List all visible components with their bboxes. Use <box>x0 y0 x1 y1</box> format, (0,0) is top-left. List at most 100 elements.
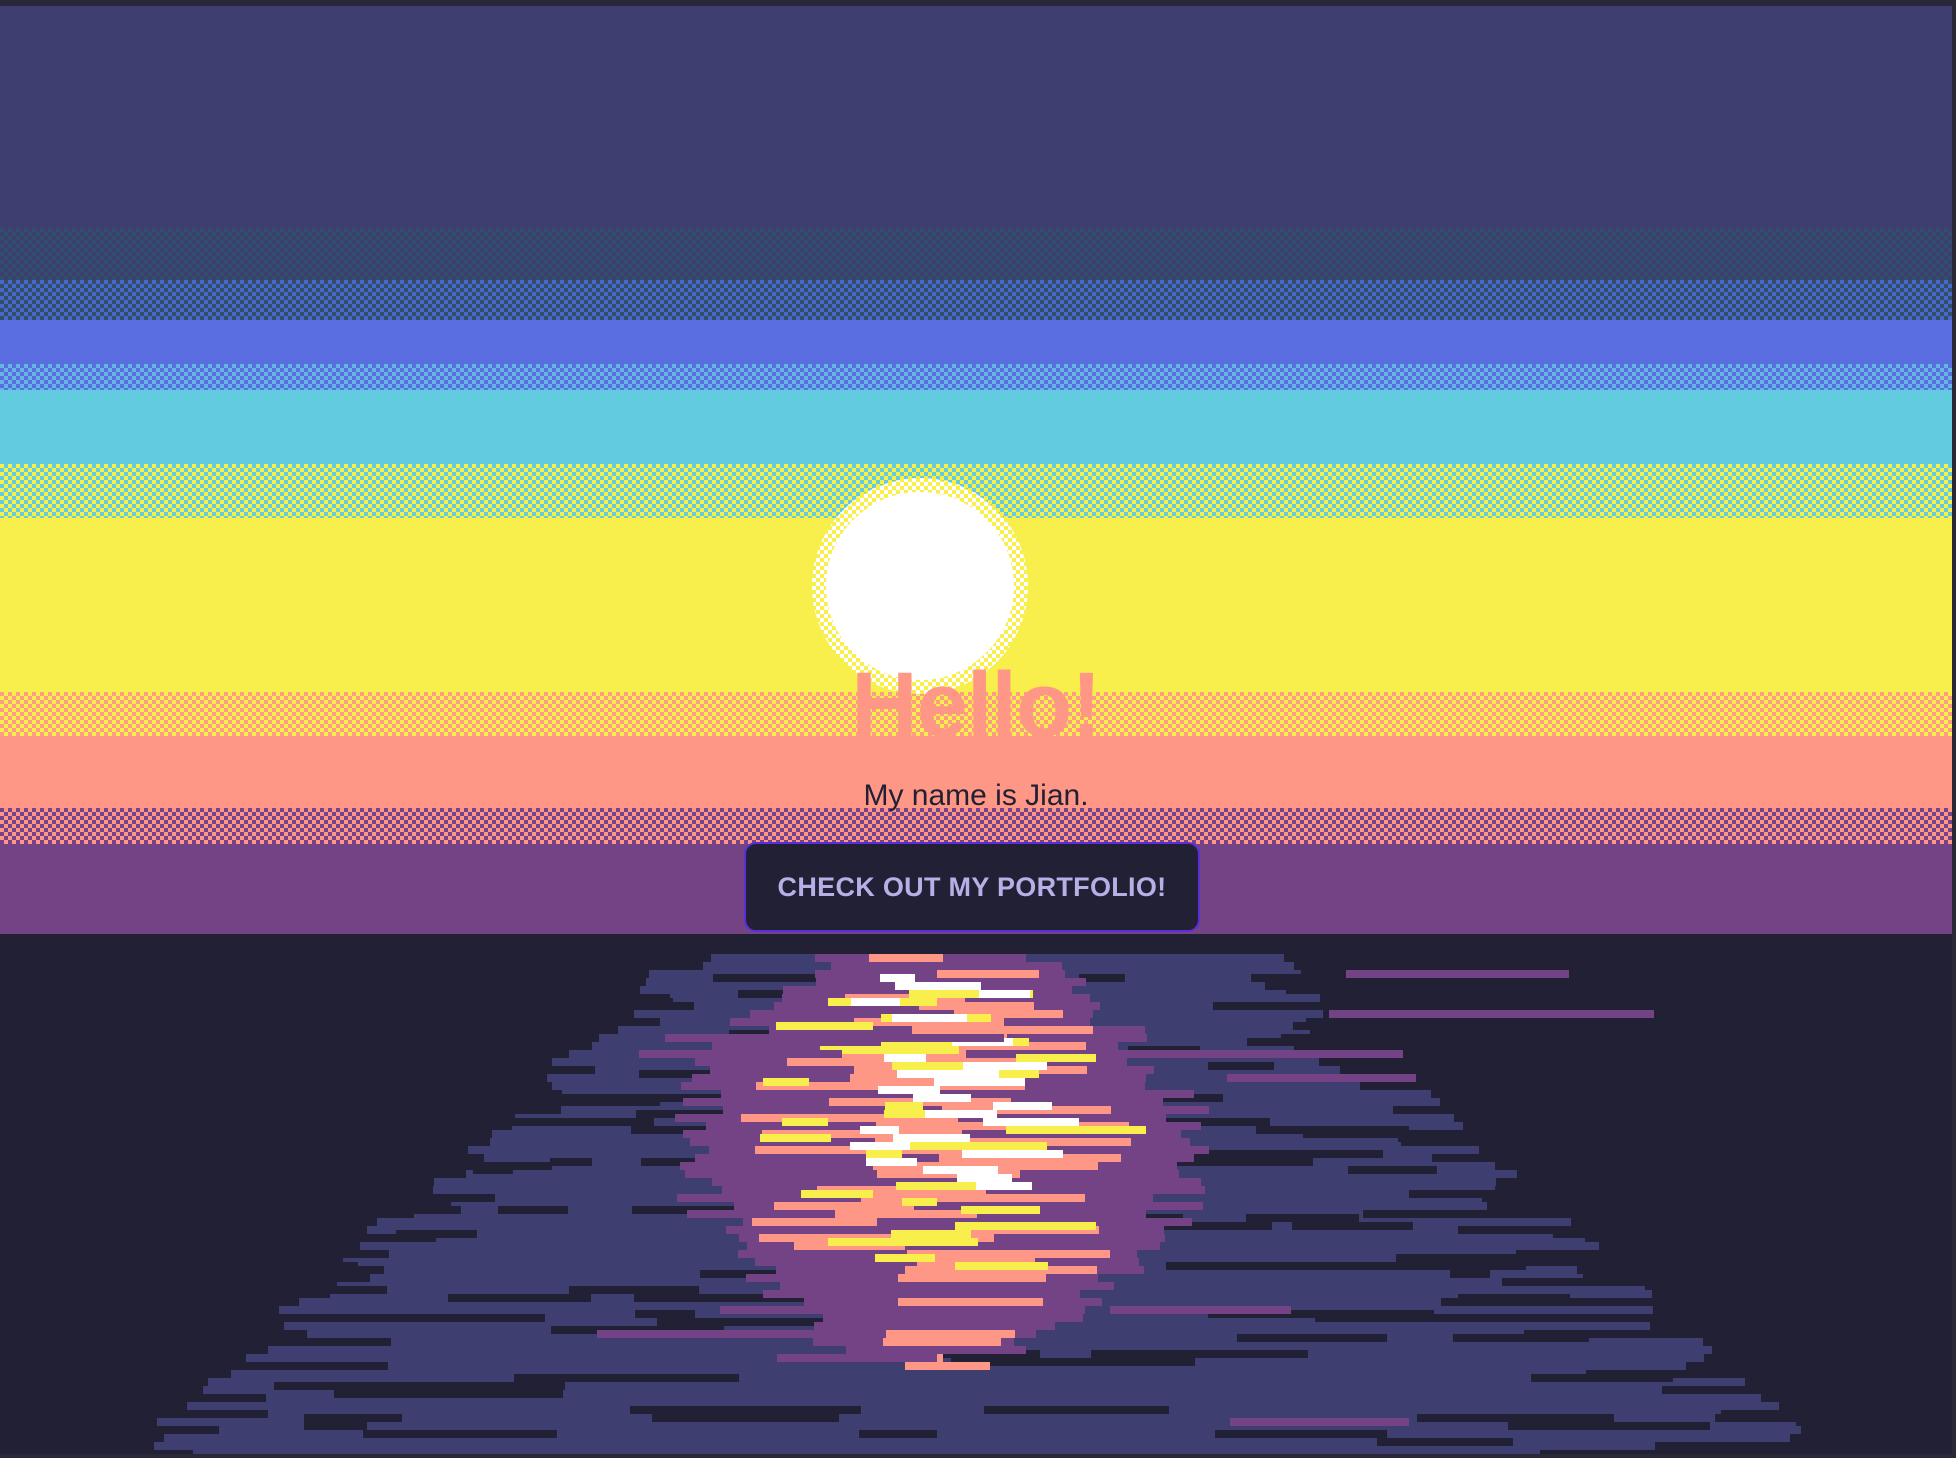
water-streak <box>308 1014 437 1022</box>
water-streak <box>976 1182 1032 1190</box>
water-streak <box>261 1206 461 1214</box>
water-streak <box>880 974 915 982</box>
water-streak <box>569 1286 699 1294</box>
water-streak <box>1733 1062 1813 1070</box>
water-streak <box>955 1222 1096 1230</box>
sky-dither-band <box>0 280 1952 320</box>
water-streak <box>895 982 981 990</box>
water-streak <box>780 1282 1114 1290</box>
water-streak <box>782 1118 828 1126</box>
water-streak <box>64 1134 214 1142</box>
water-streak <box>343 1086 399 1094</box>
water-streak <box>203 1110 272 1118</box>
water-streak <box>105 1270 232 1278</box>
water-streak <box>937 970 1039 978</box>
water-streak <box>814 1322 1055 1330</box>
water-streak <box>550 1158 592 1166</box>
water-streak <box>884 1054 926 1062</box>
water-streak <box>1348 1166 1437 1174</box>
water-streak <box>37 1422 137 1430</box>
water-streak <box>1521 1118 1583 1126</box>
water-streak <box>866 1158 917 1166</box>
water-streak <box>1805 1038 1918 1046</box>
water-streak <box>1369 982 1576 990</box>
water-streak <box>133 1318 254 1326</box>
water-streak <box>1247 1038 1322 1046</box>
water-streak <box>993 1102 1052 1110</box>
water-streak <box>993 1358 1195 1366</box>
water-streak <box>720 1306 988 1314</box>
water-streak <box>613 998 665 1006</box>
water-streak <box>1346 970 1569 978</box>
portfolio-button[interactable]: CHECK OUT MY PORTFOLIO! <box>744 842 1200 932</box>
water-streak <box>883 1338 1001 1346</box>
water-streak <box>860 1126 899 1134</box>
water-streak <box>1398 1134 1622 1142</box>
water-streak <box>1608 1262 1676 1270</box>
water-streak <box>1389 998 1459 1006</box>
water-streak <box>763 1290 1080 1298</box>
water-streak <box>875 1254 935 1262</box>
water-streak <box>1006 1126 1146 1134</box>
water-streak <box>18 1166 62 1174</box>
water-streak <box>878 1086 940 1094</box>
water-streak <box>1601 1278 1822 1286</box>
sky-band-night <box>0 6 1952 228</box>
water-streak <box>850 1142 910 1150</box>
water-streak <box>983 1118 1079 1126</box>
water-streak <box>828 1238 978 1246</box>
water-streak <box>274 1382 495 1390</box>
water-streak <box>652 1414 839 1422</box>
water-streak <box>1534 998 1695 1006</box>
water-streak <box>1383 1262 1526 1270</box>
water-streak <box>1565 990 1791 998</box>
water-streak <box>1589 1102 1780 1110</box>
water-streak <box>1256 1126 1409 1134</box>
water-streak <box>216 1070 446 1078</box>
water-streak <box>831 962 1062 970</box>
water-streak <box>1377 1438 1513 1446</box>
water-streak <box>891 1230 971 1238</box>
water-streak <box>639 1050 842 1058</box>
water-streak <box>1208 1062 1274 1070</box>
water-streak <box>635 1310 695 1318</box>
pixel-water-reflection <box>0 934 1952 1454</box>
hero-title: Hello! <box>851 653 1102 756</box>
water-streak <box>1292 1222 1413 1230</box>
water-streak <box>801 1190 873 1198</box>
water-streak <box>902 1142 1047 1150</box>
water-streak <box>97 1206 259 1214</box>
water-streak <box>67 1022 198 1030</box>
water-streak <box>287 1062 338 1070</box>
water-streak <box>1549 1150 1735 1158</box>
water-streak <box>776 1022 873 1030</box>
water-streak <box>473 1166 513 1174</box>
water-streak <box>892 1014 967 1022</box>
water-streak <box>905 1362 990 1370</box>
hero-subtitle: My name is Jian. <box>863 779 1089 812</box>
water-streak <box>1237 1334 1387 1342</box>
water-streak <box>1553 1230 1674 1238</box>
water-streak <box>234 1286 387 1294</box>
water-streak <box>1129 1050 1403 1058</box>
water-streak <box>334 1390 563 1398</box>
water-streak <box>777 1354 937 1362</box>
water-streak <box>1450 1270 1490 1278</box>
water-streak <box>1453 1334 1589 1342</box>
water-streak <box>1329 1010 1654 1018</box>
water-streak <box>1251 974 1338 982</box>
water-streak <box>774 1202 914 1210</box>
water-streak <box>236 1166 340 1174</box>
water-streak <box>228 1262 358 1270</box>
water-streak <box>763 1078 809 1086</box>
water-streak <box>1246 1214 1359 1222</box>
sky-band-blue <box>0 320 1952 364</box>
water-streak <box>1227 1074 1416 1082</box>
sky-dither-band <box>0 364 1952 390</box>
water-streak <box>1546 1158 1708 1166</box>
water-streak <box>861 1194 1085 1202</box>
window-frame-bottom <box>0 1454 1956 1458</box>
water-streak <box>1171 1262 1350 1270</box>
water-streak <box>859 1430 937 1438</box>
water-streak <box>514 1374 739 1382</box>
